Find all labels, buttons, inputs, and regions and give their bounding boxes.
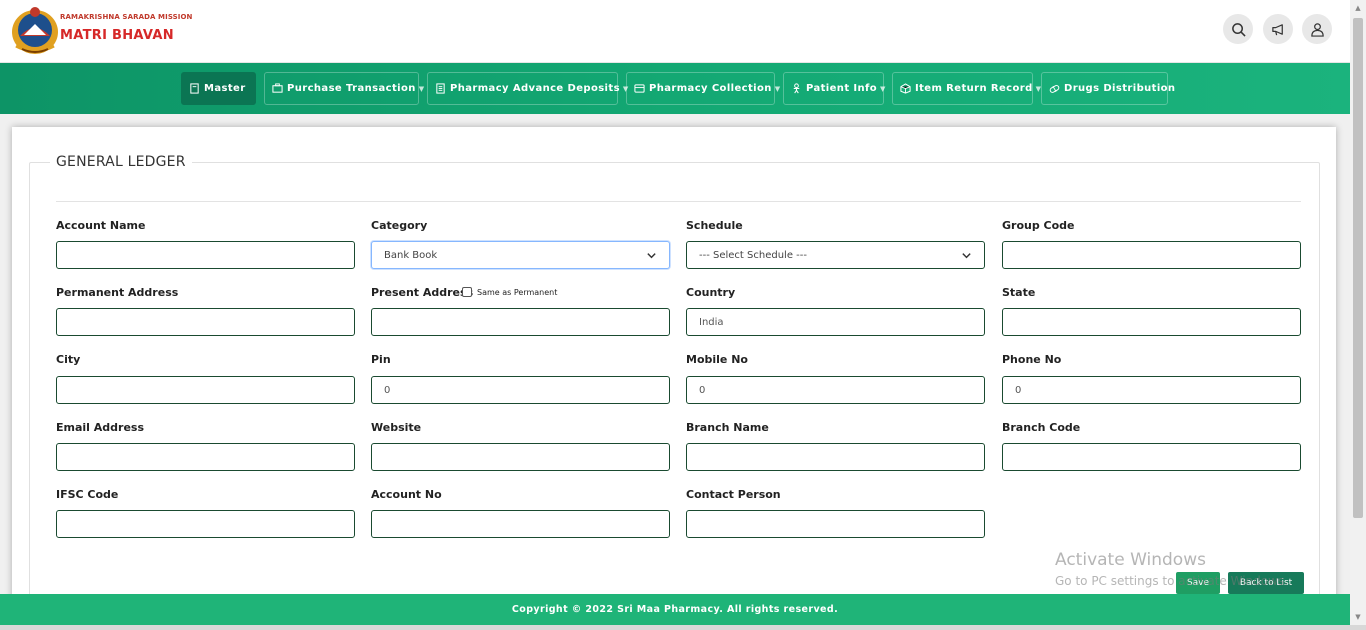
- nav-drugs-distribution-label: Drugs Distribution: [1064, 83, 1176, 94]
- brand-subtitle: RAMAKRISHNA SARADA MISSION: [60, 13, 193, 21]
- permanent-address-input[interactable]: [56, 308, 355, 336]
- group-code-input[interactable]: [1002, 241, 1301, 269]
- user-icon: [1310, 22, 1324, 37]
- ifsc-code-label: IFSC Code: [56, 488, 119, 501]
- website-input[interactable]: [371, 443, 670, 471]
- branch-name-label: Branch Name: [686, 421, 769, 434]
- nav-pharmacy-advance-deposits[interactable]: Pharmacy Advance Deposits ▼: [427, 72, 628, 105]
- phone-no-input[interactable]: 0: [1002, 376, 1301, 404]
- chevron-down-icon: ▼: [418, 84, 425, 93]
- same-as-permanent-option[interactable]: Same as Permanent: [462, 287, 557, 297]
- mission-logo-icon[interactable]: [10, 2, 60, 56]
- category-select[interactable]: Bank Book: [371, 241, 670, 269]
- schedule-select[interactable]: --- Select Schedule ---: [686, 241, 985, 269]
- nav-drugs-distribution[interactable]: Drugs Distribution: [1041, 72, 1175, 105]
- search-button[interactable]: [1223, 14, 1253, 44]
- branch-name-input[interactable]: [686, 443, 985, 471]
- scroll-up-icon[interactable]: ▲: [1354, 4, 1362, 12]
- pin-input[interactable]: 0: [371, 376, 670, 404]
- nav-patient-info[interactable]: Patient Info ▼: [783, 72, 886, 105]
- chevron-down-icon: ▼: [880, 84, 886, 93]
- nav-pharmacy-collection[interactable]: Pharmacy Collection ▼: [626, 72, 780, 105]
- website-label: Website: [371, 421, 422, 434]
- state-input[interactable]: [1002, 308, 1301, 336]
- nav-master-label: Master: [204, 83, 246, 94]
- page-scrollbar[interactable]: ▲ ▼: [1350, 0, 1366, 625]
- account-no-input[interactable]: [371, 510, 670, 538]
- city-label: City: [56, 353, 81, 366]
- nav-master[interactable]: Master: [181, 72, 256, 105]
- nav-purchase-transaction-label: Purchase Transaction: [287, 83, 416, 94]
- account-name-input[interactable]: [56, 241, 355, 269]
- chevron-down-icon: ▼: [774, 84, 781, 93]
- briefcase-icon: [272, 83, 283, 94]
- top-header: RAMAKRISHNA SARADA MISSION MATRI BHAVAN: [0, 0, 1350, 63]
- contact-person-label: Contact Person: [686, 488, 781, 501]
- city-input[interactable]: [56, 376, 355, 404]
- schedule-selected-value: --- Select Schedule ---: [699, 249, 807, 261]
- scroll-down-icon[interactable]: ▼: [1354, 613, 1362, 621]
- wallet-icon: [634, 83, 645, 94]
- nav-purchase-transaction[interactable]: Purchase Transaction ▼: [264, 72, 424, 105]
- contact-person-input[interactable]: [686, 510, 985, 538]
- mobile-no-label: Mobile No: [686, 353, 748, 366]
- email-input[interactable]: [56, 443, 355, 471]
- box-icon: [900, 83, 911, 94]
- present-address-label: Present Address: [371, 286, 474, 299]
- book-icon: [189, 83, 200, 94]
- same-as-permanent-label: Same as Permanent: [477, 287, 558, 297]
- state-label: State: [1002, 286, 1036, 299]
- activate-windows-hint: Go to PC settings to activate Windows.: [1055, 574, 1289, 588]
- main-navbar: Master Purchase Transaction ▼ Pharmacy A…: [0, 63, 1350, 114]
- nav-item-return-record[interactable]: Item Return Record ▼: [892, 72, 1041, 105]
- phone-no-label: Phone No: [1002, 353, 1062, 366]
- announcement-button[interactable]: [1263, 14, 1293, 44]
- document-icon: [435, 83, 446, 94]
- user-profile-button[interactable]: [1302, 14, 1332, 44]
- nav-patient-info-label: Patient Info: [806, 83, 878, 94]
- person-icon: [791, 83, 802, 94]
- megaphone-icon: [1271, 23, 1283, 35]
- brand-title: MATRI BHAVAN: [60, 28, 174, 43]
- country-input[interactable]: India: [686, 308, 985, 336]
- title-divider: [56, 201, 1301, 202]
- nav-pharmacy-advance-deposits-label: Pharmacy Advance Deposits: [450, 83, 620, 94]
- scrollbar-thumb[interactable]: [1353, 18, 1363, 518]
- schedule-label: Schedule: [686, 219, 743, 232]
- taskbar-strip: [0, 625, 1366, 630]
- pills-icon: [1049, 83, 1060, 94]
- category-label: Category: [371, 219, 428, 232]
- chevron-down-icon: [647, 252, 656, 258]
- nav-item-return-record-label: Item Return Record: [915, 83, 1033, 94]
- country-label: Country: [686, 286, 736, 299]
- permanent-address-label: Permanent Address: [56, 286, 179, 299]
- page-title: GENERAL LEDGER: [50, 154, 192, 170]
- same-as-permanent-checkbox[interactable]: [462, 287, 472, 297]
- pin-label: Pin: [371, 353, 391, 366]
- search-icon: [1231, 22, 1246, 37]
- category-selected-value: Bank Book: [384, 249, 438, 261]
- branch-code-input[interactable]: [1002, 443, 1301, 471]
- present-address-input[interactable]: [371, 308, 670, 336]
- account-name-label: Account Name: [56, 219, 146, 232]
- account-no-label: Account No: [371, 488, 442, 501]
- nav-pharmacy-collection-label: Pharmacy Collection: [649, 83, 772, 94]
- branch-code-label: Branch Code: [1002, 421, 1081, 434]
- page-footer: Copyright © 2022 Sri Maa Pharmacy. All r…: [0, 594, 1350, 625]
- group-code-label: Group Code: [1002, 219, 1075, 232]
- activate-windows-watermark: Activate Windows: [1055, 550, 1206, 570]
- ifsc-code-input[interactable]: [56, 510, 355, 538]
- mobile-no-input[interactable]: 0: [686, 376, 985, 404]
- email-label: Email Address: [56, 421, 145, 434]
- chevron-down-icon: [962, 252, 971, 258]
